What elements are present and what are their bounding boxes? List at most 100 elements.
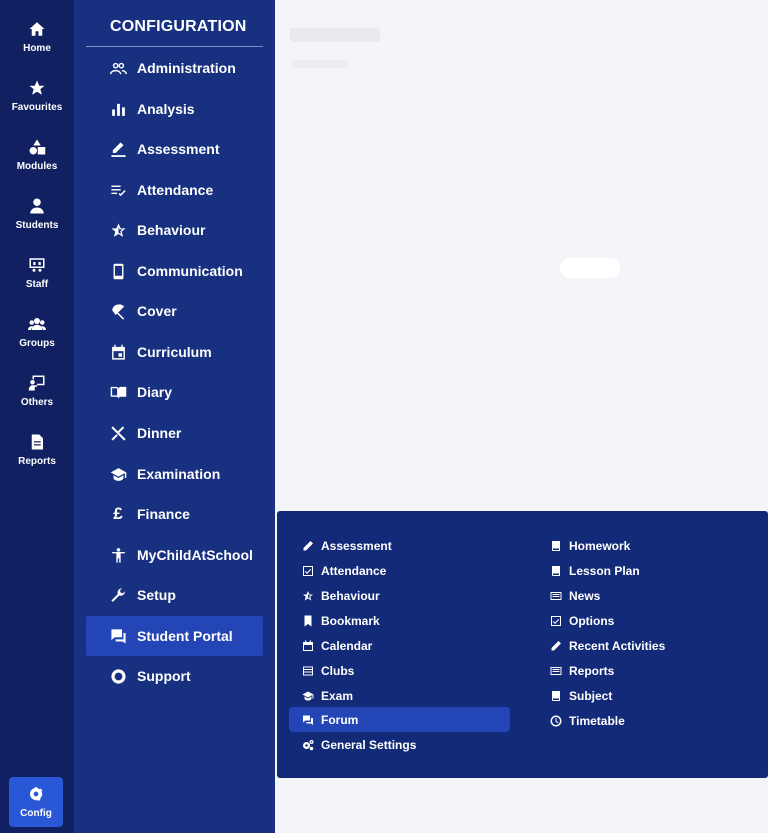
flyout-item-timetable[interactable]: Timetable [549,708,625,733]
gear-icon [30,786,43,801]
people-icon [108,58,128,78]
flyout-item-subject[interactable]: Subject [549,683,612,708]
config-item-analysis[interactable]: Analysis [86,89,263,129]
rail-item-favourites[interactable]: Favourites [0,77,74,127]
config-item-administration[interactable]: Administration [86,48,263,88]
config-label: Config [20,807,52,819]
config-item-attendance[interactable]: Attendance [86,170,263,210]
rail-item-students[interactable]: Students [0,195,74,245]
config-item-label: Student Portal [137,628,233,644]
config-item-student-portal[interactable]: Student Portal [86,616,263,656]
config-item-label: Support [137,668,191,684]
book-icon [549,689,563,703]
umbrella-icon [108,301,128,321]
flyout-item-label: Lesson Plan [569,563,640,578]
flyout-item-label: Homework [569,538,631,553]
rail-item-home[interactable]: Home [0,18,74,68]
rail-label-modules: Modules [16,161,58,172]
rail-item-reports[interactable]: Reports [0,431,74,481]
rail-item-groups[interactable]: Groups [0,313,74,363]
config-item-label: Diary [137,384,173,400]
wrench-icon [108,585,128,605]
config-item-setup[interactable]: Setup [86,575,263,615]
icon-rail: Home Favourites Modules Students Staff G… [0,0,74,833]
pencil-underline-icon [108,139,128,159]
flyout-item-label: Assessment [321,538,392,553]
rail-label-students: Students [15,220,59,231]
flyout-item-forum[interactable]: Forum [289,707,510,732]
book-icon [549,539,563,553]
config-item-label: Finance [137,506,190,522]
config-item-behaviour[interactable]: Behaviour [86,210,263,250]
pound-sign-icon: £ [113,504,123,523]
config-item-curriculum[interactable]: Curriculum [86,332,263,372]
rail-item-staff[interactable]: Staff [0,254,74,304]
shapes-icon [29,139,46,155]
config-item-dinner[interactable]: Dinner [86,413,263,453]
flyout-item-label: Reports [569,663,615,678]
blurred-placeholder [560,258,620,278]
flyout-item-news[interactable]: News [549,583,600,608]
flyout-item-clubs[interactable]: Clubs [301,658,354,683]
config-item-assessment[interactable]: Assessment [86,129,263,169]
child-icon [108,545,128,565]
flyout-item-attendance[interactable]: Attendance [301,558,386,583]
calendar-icon [301,639,315,653]
flyout-item-exam[interactable]: Exam [301,683,353,708]
config-item-label: Analysis [137,101,195,117]
flyout-item-label: Recent Activities [569,638,666,653]
book-icon [549,564,563,578]
config-item-label: Communication [137,263,243,279]
config-item-label: Behaviour [137,222,206,238]
lifebuoy-icon [108,666,128,686]
flyout-item-homework[interactable]: Homework [549,533,630,558]
checkbox-icon [549,614,563,628]
calendar-icon [108,342,128,362]
home-icon [29,22,45,36]
list-check-icon [108,180,128,200]
config-item-diary[interactable]: Diary [86,372,263,412]
config-button[interactable]: Config [9,777,63,827]
bookmark-icon [301,614,315,628]
rail-label-reports: Reports [18,456,56,467]
flyout-item-general-settings[interactable]: General Settings [301,732,416,757]
rail-item-modules[interactable]: Modules [0,136,74,186]
flyout-item-calendar[interactable]: Calendar [301,633,372,658]
config-item-label: MyChildAtSchool [137,547,253,563]
bar-chart-icon [108,99,128,119]
title-divider [86,46,263,47]
config-item-cover[interactable]: Cover [86,291,263,331]
blurred-placeholder [290,60,350,68]
config-item-support[interactable]: Support [86,656,263,696]
config-item-label: Curriculum [137,344,212,360]
teacher-icon [28,375,45,391]
configuration-sidebar: CONFIGURATION Administration Analysis As… [74,0,275,833]
flyout-item-lesson-plan[interactable]: Lesson Plan [549,558,640,583]
rail-item-others[interactable]: Others [0,372,74,422]
flyout-item-label: News [569,588,601,603]
flyout-item-recent-activities[interactable]: Recent Activities [549,633,665,658]
flyout-item-label: Exam [321,688,354,703]
flyout-item-options[interactable]: Options [549,608,614,633]
checkbox-icon [301,564,315,578]
config-item-label: Cover [137,303,177,319]
flyout-item-bookmark[interactable]: Bookmark [301,608,380,633]
config-item-label: Administration [137,60,236,76]
configuration-title: CONFIGURATION [110,18,247,35]
flyout-item-behaviour[interactable]: Behaviour [301,583,380,608]
cutlery-icon [108,423,128,443]
student-portal-flyout: Assessment Attendance Behaviour Bookmark… [277,511,768,778]
flyout-item-assessment[interactable]: Assessment [301,533,392,558]
flyout-item-label: Clubs [321,663,355,678]
config-item-label: Dinner [137,425,182,441]
rail-label-groups: Groups [19,338,55,349]
pencil-icon [301,539,315,553]
config-item-finance[interactable]: £ Finance [86,494,263,534]
presentation-icon [29,258,45,272]
config-item-examination[interactable]: Examination [86,454,263,494]
chat-bubbles-icon [108,626,128,646]
flyout-item-reports[interactable]: Reports [549,658,614,683]
config-item-communication[interactable]: Communication [86,251,263,291]
newspaper-icon [549,664,563,678]
config-item-mychildatschool[interactable]: MyChildAtSchool [86,535,263,575]
